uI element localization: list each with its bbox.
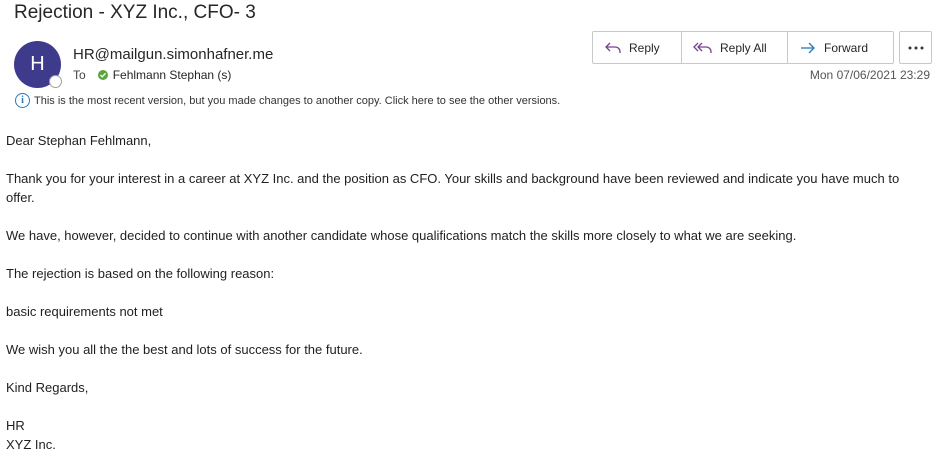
info-icon: i <box>15 93 30 108</box>
signature-company: XYZ Inc. <box>6 437 56 452</box>
checkmark-icon <box>97 70 108 80</box>
presence-status-icon <box>49 75 62 88</box>
forward-arrow-icon <box>801 42 815 53</box>
version-info-banner[interactable]: i This is the most recent version, but y… <box>15 93 560 108</box>
avatar-initial: H <box>30 53 45 75</box>
reply-label: Reply <box>629 40 660 55</box>
reply-all-label: Reply All <box>720 40 767 55</box>
body-reason: basic requirements not met <box>6 304 163 319</box>
more-options-icon <box>908 46 923 49</box>
body-paragraph-4: We wish you all the the best and lots of… <box>6 342 363 357</box>
reply-all-arrow-icon <box>693 42 712 53</box>
recipient-row: To Fehlmann Stephan (s) <box>73 68 231 82</box>
forward-label: Forward <box>824 40 869 55</box>
to-label: To <box>73 68 86 82</box>
body-closing: Kind Regards, <box>6 380 89 395</box>
forward-button[interactable]: Forward <box>788 32 893 63</box>
message-actions: Reply Reply All Forward <box>592 31 894 64</box>
email-subject: Rejection - XYZ Inc., CFO- 3 <box>14 2 256 23</box>
body-greeting: Dear Stephan Fehlmann, <box>6 133 152 148</box>
sent-datetime: Mon 07/06/2021 23:29 <box>809 68 930 82</box>
recipient-name[interactable]: Fehlmann Stephan (s) <box>113 68 232 82</box>
body-paragraph-3: The rejection is based on the following … <box>6 266 275 281</box>
reply-button[interactable]: Reply <box>593 32 682 63</box>
signature-name: HR <box>6 418 25 433</box>
body-paragraph-2: We have, however, decided to continue wi… <box>6 228 797 243</box>
sender-address[interactable]: HR@mailgun.simonhafner.me <box>73 46 273 63</box>
version-info-text: This is the most recent version, but you… <box>34 94 561 107</box>
reply-all-button[interactable]: Reply All <box>682 32 788 63</box>
email-reading-pane: Rejection - XYZ Inc., CFO- 3 H HR@mailgu… <box>0 0 934 453</box>
body-paragraph-1: Thank you for your interest in a career … <box>6 171 900 205</box>
email-body: Dear Stephan Fehlmann, Thank you for you… <box>6 131 930 453</box>
more-options-button[interactable] <box>899 31 932 64</box>
reply-arrow-icon <box>605 42 621 53</box>
